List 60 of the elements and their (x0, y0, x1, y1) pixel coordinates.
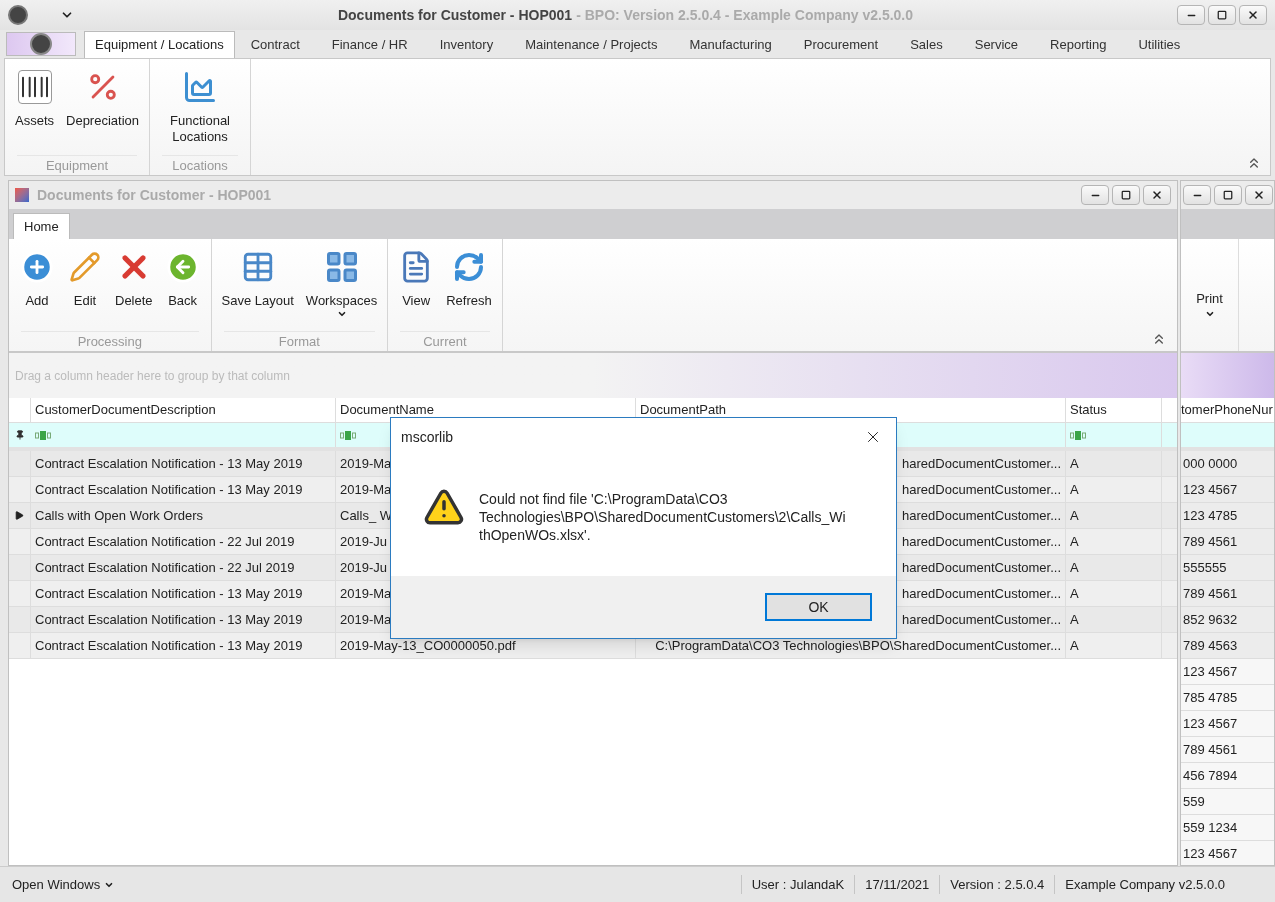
table-cell-text: haredDocumentCustomer... (902, 454, 1061, 473)
table-cell-text: 852 9632 (1183, 610, 1238, 629)
table-cell-text: 123 4567 (1183, 480, 1238, 499)
table-cell-text: Contract Escalation Notification - 13 May 2019 (35, 636, 303, 655)
dialog-title: mscorlib (401, 427, 455, 447)
group-label: Processing (77, 332, 142, 351)
table-cell-text: A (1070, 610, 1079, 629)
table-cell-text: Contract Escalation Notification - 13 May 2019 (35, 610, 303, 629)
table-cell-text: A (1070, 558, 1079, 577)
table-cell-text: 555555 (1183, 558, 1227, 577)
window-title: Documents for Customer - HOP001 (337, 5, 573, 25)
group-label: Format (278, 332, 320, 351)
table-cell-text: 2019-Ma (340, 480, 392, 499)
table-cell-text: 2019-Ju (340, 532, 387, 551)
table-cell-text: Contract Escalation Notification - 22 Jul 2019 (35, 532, 295, 551)
status-text: 17/11/2021 (854, 874, 940, 895)
table-cell-text: haredDocumentCustomer... (902, 610, 1061, 629)
group-label: Locations (172, 156, 228, 175)
table-cell-text: Contract Escalation Notification - 22 Jul 2019 (35, 558, 295, 577)
table-cell-text: A (1070, 454, 1079, 473)
table-cell-text: Contract Escalation Notification - 13 May 2019 (35, 480, 303, 499)
table-cell-text: 2019-May-13_CO0000050.pdf (340, 636, 516, 655)
table-cell-text: 123 4567 (1183, 662, 1238, 681)
table-cell-text: 123 4567 (1183, 844, 1238, 863)
table-cell-text: 789 4561 (1183, 740, 1238, 759)
table-cell-text: 559 1234 (1183, 818, 1238, 837)
table-cell-text: haredDocumentCustomer... (902, 558, 1061, 577)
table-cell-text: 789 4561 (1183, 584, 1238, 603)
table-cell-text: A (1070, 480, 1079, 499)
table-cell-text: 2019-Ma (340, 454, 392, 473)
table-cell-text: 785 4785 (1183, 688, 1238, 707)
table-cell-text: Contract Escalation Notification - 13 May 2019 (35, 454, 303, 473)
table-cell-text: 559 (1183, 792, 1205, 811)
table-cell-text: 789 4561 (1183, 532, 1238, 551)
child-window-title: Documents for Customer - HOP001 (37, 185, 273, 205)
table-cell-text: A (1070, 636, 1079, 655)
table-cell-text: A (1070, 506, 1079, 525)
table-cell-text: 2019-Ma (340, 610, 392, 629)
table-cell-text: 123 4785 (1183, 506, 1238, 525)
table-cell-text: 2019-Ma (340, 584, 392, 603)
table-cell-text: haredDocumentCustomer... (902, 532, 1061, 551)
table-cell-text: 456 7894 (1183, 766, 1238, 785)
status-text: Version : 2.5.0.4 (939, 874, 1055, 895)
table-cell-text: 123 4567 (1183, 714, 1238, 733)
table-cell-text: 000 0000 (1183, 454, 1238, 473)
table-cell-text: 789 4563 (1183, 636, 1238, 655)
group-label: Current (423, 332, 467, 351)
table-cell-text: Contract Escalation Notification - 13 May 2019 (35, 584, 303, 603)
group-label: Equipment (45, 156, 109, 175)
table-cell-text: C:\ProgramData\CO3 Technologies\BPO\SharedDocumentCustomer... (655, 636, 1061, 655)
table-cell-text: haredDocumentCustomer... (902, 480, 1061, 499)
table-cell-text: Calls with Open Work Orders (35, 506, 204, 525)
status-text: User : JulandaK (740, 874, 855, 895)
window-subtitle: - BPO: Version 2.5.0.4 - Example Company v2.5.0.0 (576, 5, 914, 25)
table-cell-text: A (1070, 584, 1079, 603)
table-cell-text: haredDocumentCustomer... (902, 584, 1061, 603)
status-text: Example Company v2.5.0.0 (1054, 874, 1235, 895)
table-cell-text: A (1070, 532, 1079, 551)
table-cell-text: 2019-Ju (340, 558, 387, 577)
table-cell-text: haredDocumentCustomer... (902, 506, 1061, 525)
